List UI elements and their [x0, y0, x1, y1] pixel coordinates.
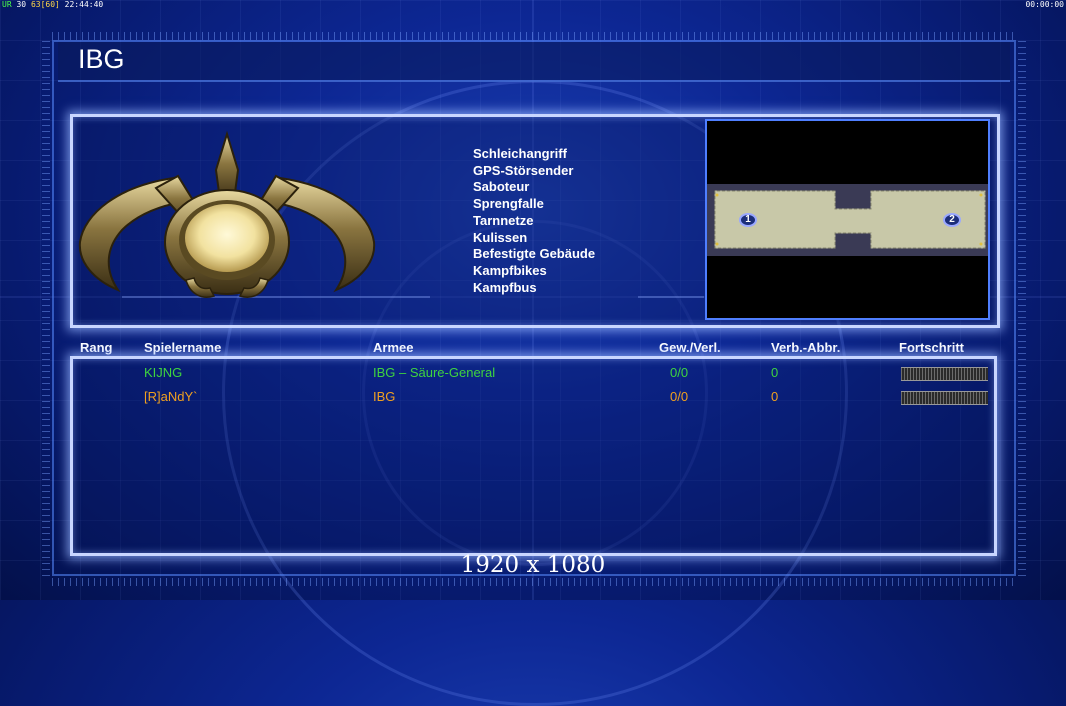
player-win-loss: 0/0: [670, 365, 689, 380]
header-progress: Fortschritt: [899, 340, 964, 355]
game-rules-list: Schleichangriff GPS-Störsender Saboteur …: [473, 146, 595, 296]
frame-ruler-bottom: [52, 578, 1016, 586]
debug-timer: 00:00:00: [1025, 0, 1064, 9]
rule-item: GPS-Störsender: [473, 162, 574, 178]
title-bar: [58, 42, 1010, 82]
debug-fps-cap: [60]: [40, 0, 60, 9]
rule-item: Tarnnetze: [473, 212, 534, 228]
rule-item: Kampfbikes: [473, 262, 547, 278]
debug-fps: 30: [16, 0, 27, 9]
player-name: [R]aNdY`: [144, 389, 198, 404]
start-position-2[interactable]: 2: [943, 213, 961, 227]
player-progress-bar: [901, 391, 988, 405]
header-player-name: Spielername: [144, 340, 222, 355]
page-title: IBG: [78, 44, 125, 74]
debug-prefix: UR: [2, 0, 12, 9]
player-disconnects: 0: [771, 389, 779, 404]
player-disconnects: 0: [771, 365, 779, 380]
frame-ruler-top: [52, 32, 1016, 40]
start-position-label: 2: [949, 214, 955, 225]
player-table-header: Rang Spielername Armee Gew./Verl. Verb.-…: [0, 340, 1066, 356]
start-position-label: 1: [745, 214, 751, 225]
player-army: IBG – Säure-General: [373, 365, 496, 380]
rule-item: Kampfbus: [473, 279, 537, 295]
rule-item: Befestigte Gebäude: [473, 246, 596, 262]
frame-ruler-left: [42, 40, 50, 576]
frame-ruler-right: [1018, 40, 1026, 576]
table-row[interactable]: KIJNG IBG – Säure-General 0/0 0: [0, 365, 1066, 383]
player-list-panel: [70, 356, 997, 556]
faction-emblem-icon: [78, 130, 376, 298]
resolution-label: 1920 x 1080: [460, 552, 606, 578]
table-row[interactable]: [R]aNdY` IBG 0/0 0: [0, 389, 1066, 407]
header-disconnects: Verb.-Abbr.: [771, 340, 841, 355]
player-name: KIJNG: [144, 365, 183, 380]
header-rank: Rang: [80, 340, 113, 355]
debug-fps-alt: 63: [30, 0, 41, 9]
debug-clock: 22:44:40: [64, 0, 104, 9]
rule-item: Sprengfalle: [473, 196, 544, 212]
map-preview[interactable]: 1 2: [705, 119, 990, 320]
header-army: Armee: [373, 340, 414, 355]
player-army: IBG: [373, 389, 396, 404]
player-progress-bar: [901, 367, 988, 381]
panel-divider-right: [638, 296, 704, 298]
rule-item: Schleichangriff: [473, 146, 567, 161]
header-win-loss: Gew./Verl.: [659, 340, 721, 355]
debug-overlay: UR 30 63[60] 22:44:40: [2, 0, 103, 9]
start-position-1[interactable]: 1: [739, 213, 757, 227]
rule-item: Kulissen: [473, 229, 528, 245]
player-win-loss: 0/0: [670, 389, 689, 404]
rule-item: Saboteur: [473, 179, 530, 195]
